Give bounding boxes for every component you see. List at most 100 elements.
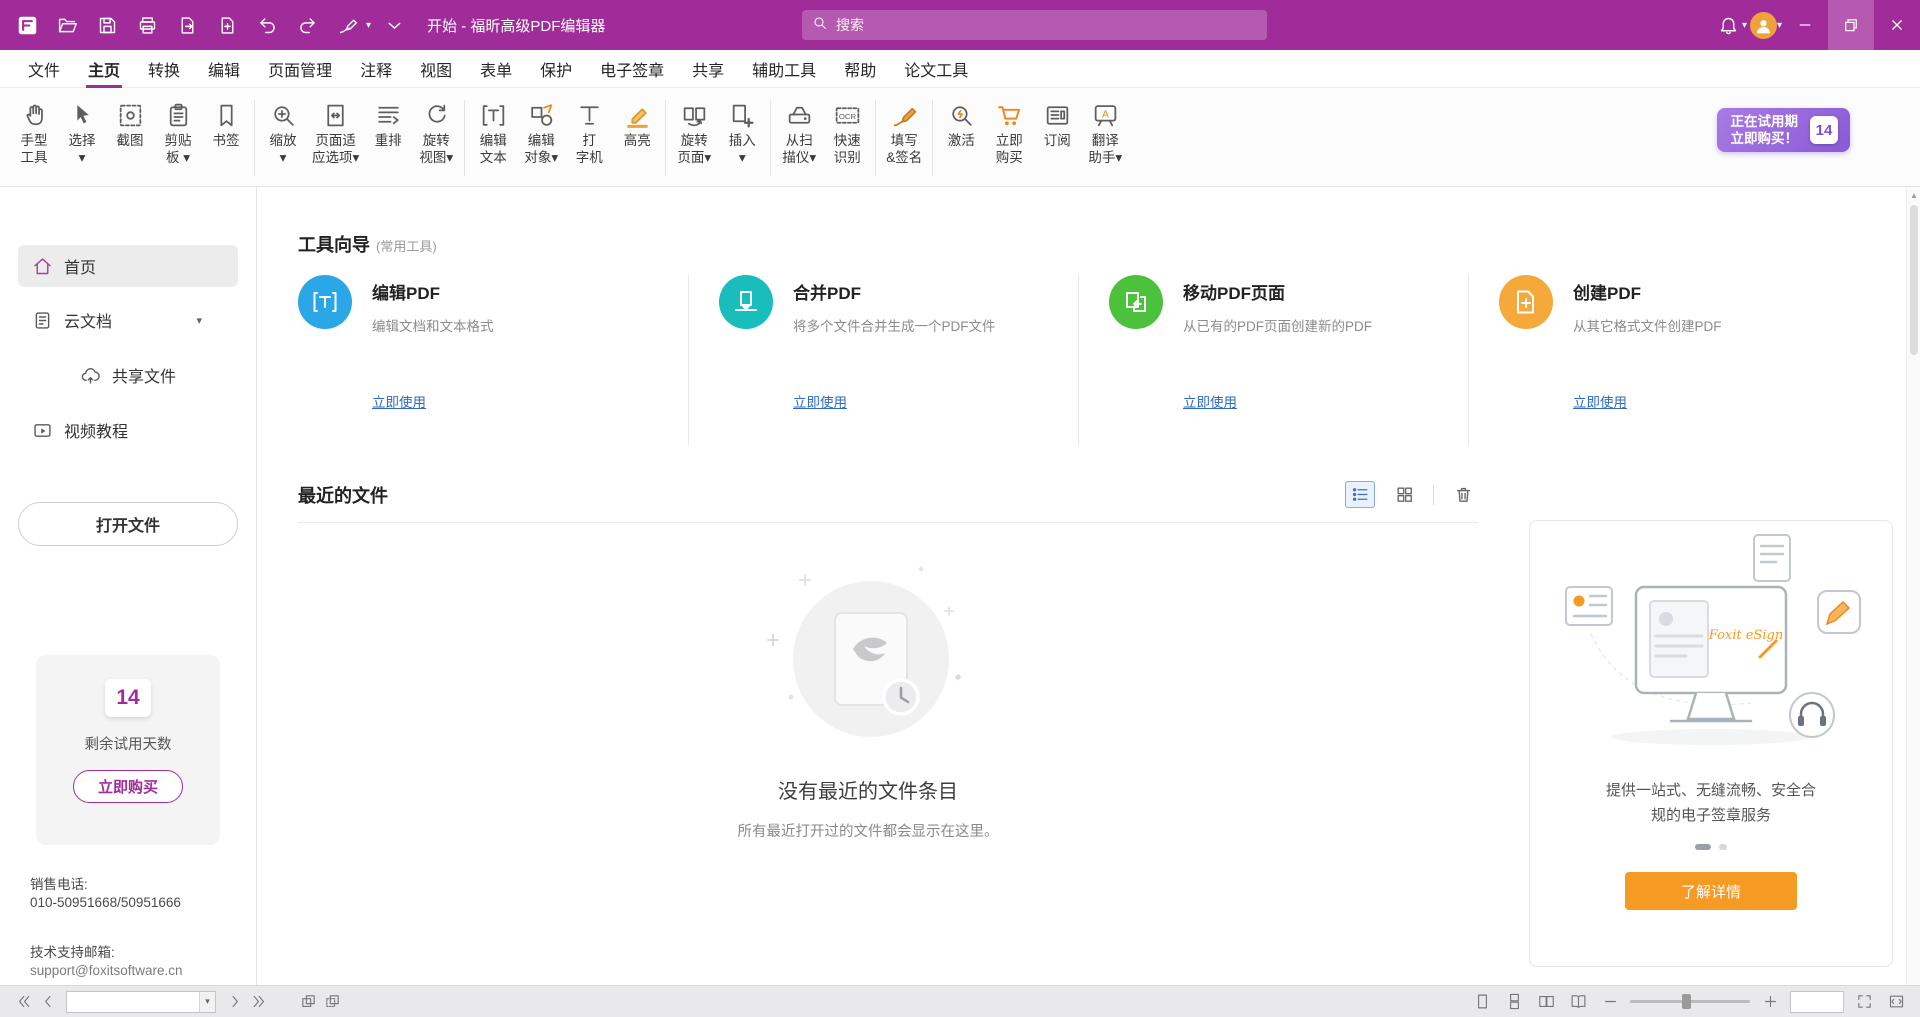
menu-accessibility[interactable]: 辅助工具 (738, 50, 830, 88)
search-input[interactable] (836, 17, 1216, 33)
ribbon-insert[interactable]: 插入 ▾ (718, 96, 766, 168)
ribbon-snapshot[interactable]: 截图 (106, 96, 154, 151)
zoom-out-icon[interactable] (1598, 990, 1622, 1014)
previous-page-icon[interactable] (36, 990, 60, 1014)
scrollbar-thumb[interactable] (1910, 205, 1918, 355)
zoom-slider-thumb[interactable] (1682, 994, 1691, 1009)
print-icon[interactable] (130, 8, 164, 42)
menu-edit[interactable]: 编辑 (194, 50, 254, 88)
list-view-icon[interactable] (1345, 481, 1375, 508)
zoom-in-icon[interactable] (1758, 990, 1782, 1014)
grid-view-icon[interactable] (1389, 481, 1419, 508)
zoom-value-input[interactable] (1791, 992, 1843, 1012)
ribbon-quick-ocr[interactable]: OCR 快速 识别 (823, 96, 871, 168)
ribbon-edit-object[interactable]: 编辑 对象▾ (517, 96, 565, 168)
restore-button[interactable] (1828, 0, 1874, 50)
fit-screen-icon[interactable] (1852, 990, 1876, 1014)
ribbon-fit-options[interactable]: 页面适 应选项▾ (307, 96, 364, 168)
menu-convert[interactable]: 转换 (134, 50, 194, 88)
page-number-input[interactable] (67, 995, 199, 1009)
ribbon-buy-now[interactable]: 立即 购买 (985, 96, 1033, 168)
esign-quick-icon[interactable] (330, 8, 364, 42)
chevron-down-icon[interactable]: ▾ (196, 314, 202, 327)
tool-card-create-pdf[interactable]: 创建PDF 从其它格式文件创建PDF 立即使用 (1468, 275, 1858, 445)
notifications-button[interactable] (1712, 8, 1746, 42)
buy-now-button[interactable]: 立即购买 (73, 770, 183, 803)
ribbon-zoom[interactable]: 缩放 ▾ (259, 96, 307, 168)
ribbon-translate-assistant[interactable]: A 翻译 助手▾ (1081, 96, 1129, 168)
redo-icon[interactable] (290, 8, 324, 42)
menu-form[interactable]: 表单 (466, 50, 526, 88)
use-now-link[interactable]: 立即使用 (793, 391, 847, 411)
use-now-link[interactable]: 立即使用 (1573, 391, 1627, 411)
tool-card-move-pages[interactable]: 移动PDF页面 从已有的PDF页面创建新的PDF 立即使用 (1078, 275, 1468, 445)
menu-page-manage[interactable]: 页面管理 (254, 50, 346, 88)
ribbon-activate[interactable]: 激活 (937, 96, 985, 151)
export-pdf-icon[interactable] (170, 8, 204, 42)
scroll-up-icon[interactable]: ▲ (1910, 191, 1918, 200)
ribbon-from-scanner[interactable]: 从扫 描仪▾ (775, 96, 823, 168)
support-email-value[interactable]: support@foxitsoftware.cn (30, 963, 183, 978)
menu-file[interactable]: 文件 (14, 50, 74, 88)
account-button[interactable] (1747, 8, 1781, 42)
fullscreen-icon[interactable] (1884, 990, 1908, 1014)
sidebar-item-shared-files[interactable]: 共享文件 (18, 354, 238, 396)
ribbon-subscribe[interactable]: 订阅 (1033, 96, 1081, 151)
book-view-icon[interactable] (1566, 990, 1590, 1014)
minimize-button[interactable] (1782, 0, 1828, 50)
esign-dropdown-caret[interactable]: ▾ (366, 20, 371, 31)
ribbon-reflow[interactable]: 重排 (364, 96, 412, 151)
clipboard-tool-icon[interactable] (320, 990, 344, 1014)
trial-period-badge[interactable]: 正在试用期 立即购买！ 14 (1717, 108, 1851, 152)
use-now-link[interactable]: 立即使用 (372, 391, 426, 411)
sidebar-item-cloud-docs[interactable]: 云文档 ▾ (18, 299, 238, 341)
carousel-dot-active[interactable] (1695, 844, 1711, 850)
undo-icon[interactable] (250, 8, 284, 42)
save-icon[interactable] (90, 8, 124, 42)
menu-home[interactable]: 主页 (74, 50, 134, 88)
ribbon-fill-sign[interactable]: 填写 &签名 (880, 96, 928, 168)
close-button[interactable] (1874, 0, 1920, 50)
ribbon-highlight[interactable]: 高亮 (613, 96, 661, 151)
ribbon-bookmark[interactable]: 书签 (202, 96, 250, 151)
zoom-slider[interactable] (1630, 1000, 1750, 1003)
tool-card-edit-pdf[interactable]: 编辑PDF 编辑文档和文本格式 立即使用 (298, 275, 688, 445)
ribbon-hand-tool[interactable]: 手型 工具 (10, 96, 58, 168)
learn-more-button[interactable]: 了解详情 (1625, 872, 1797, 910)
ribbon-rotate-pages[interactable]: 旋转 页面▾ (670, 96, 718, 168)
last-page-icon[interactable] (246, 990, 270, 1014)
menu-esign[interactable]: 电子签章 (586, 50, 678, 88)
delete-icon[interactable] (1448, 481, 1478, 508)
use-now-link[interactable]: 立即使用 (1183, 391, 1237, 411)
open-file-button[interactable]: 打开文件 (18, 502, 238, 546)
menu-protect[interactable]: 保护 (526, 50, 586, 88)
tool-card-merge-pdf[interactable]: 合并PDF 将多个文件合并生成一个PDF文件 立即使用 (688, 275, 1078, 445)
facing-view-icon[interactable] (1534, 990, 1558, 1014)
ribbon-clipboard[interactable]: 剪贴 板 ▾ (154, 96, 202, 168)
menu-help[interactable]: 帮助 (830, 50, 890, 88)
menu-paper-tools[interactable]: 论文工具 (890, 50, 982, 88)
carousel-dot[interactable] (1719, 844, 1727, 850)
page-number-box[interactable]: ▾ (66, 991, 216, 1013)
vertical-scrollbar[interactable]: ▲ (1906, 187, 1920, 985)
ribbon-rotate-view[interactable]: 旋转 视图▾ (412, 96, 460, 168)
menu-comment[interactable]: 注释 (346, 50, 406, 88)
sidebar-item-video-tutorials[interactable]: 视频教程 (18, 409, 238, 451)
continuous-view-icon[interactable] (1502, 990, 1526, 1014)
collapse-ribbon-icon[interactable] (377, 8, 411, 42)
sidebar-item-home[interactable]: 首页 (18, 245, 238, 287)
first-page-icon[interactable] (12, 990, 36, 1014)
page-dropdown-caret[interactable]: ▾ (199, 992, 215, 1012)
menu-share[interactable]: 共享 (678, 50, 738, 88)
snapshot-tool-icon[interactable] (296, 990, 320, 1014)
ribbon-select[interactable]: 选择 ▾ (58, 96, 106, 168)
menu-view[interactable]: 视图 (406, 50, 466, 88)
ribbon-edit-text[interactable]: 编辑 文本 (469, 96, 517, 168)
create-pdf-icon[interactable] (210, 8, 244, 42)
search-box[interactable] (802, 10, 1267, 40)
zoom-value-box[interactable] (1790, 991, 1844, 1013)
single-page-view-icon[interactable] (1470, 990, 1494, 1014)
ribbon-typewriter[interactable]: 打 字机 (565, 96, 613, 168)
next-page-icon[interactable] (222, 990, 246, 1014)
open-file-icon[interactable] (50, 8, 84, 42)
